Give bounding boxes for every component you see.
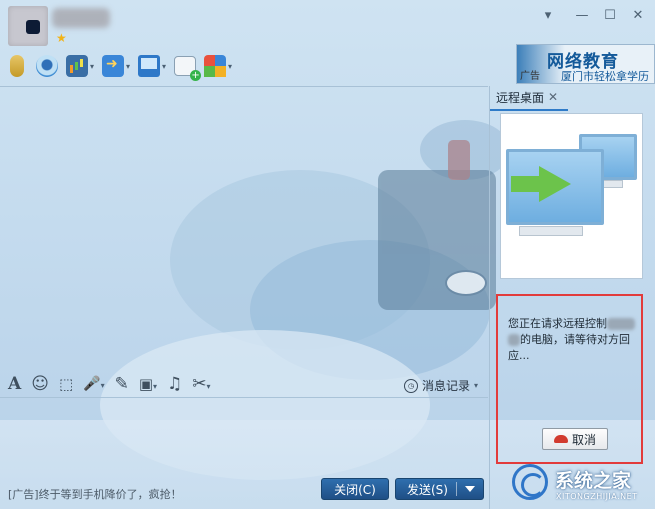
remote-desktop-panel: 远程桌面 ✕ 您正在请求远程控制 的电脑，请等待对方回应... 取消	[489, 86, 655, 509]
music-icon[interactable]: ♫	[167, 374, 182, 394]
microphone-button[interactable]	[6, 55, 28, 77]
screenshot-icon[interactable]: ⬚	[59, 375, 73, 393]
watermark-logo-icon	[512, 464, 548, 500]
watermark: 系统之家 XITONGZHIJIA.NET	[510, 460, 655, 509]
send-options-chevron-icon[interactable]	[465, 486, 475, 492]
request-text-part2: 的电脑，请等待对方回应...	[508, 333, 630, 362]
note-add-button[interactable]	[174, 56, 202, 81]
cancel-button[interactable]: 取消	[542, 428, 608, 450]
chevron-down-icon[interactable]: ▾	[162, 62, 166, 71]
chevron-down-icon[interactable]: ▾	[474, 381, 478, 390]
app-center-button[interactable]: ▾	[204, 55, 232, 77]
redacted-name	[607, 318, 635, 330]
minimize-button[interactable]: —	[572, 6, 592, 26]
cancel-label: 取消	[571, 432, 596, 447]
edit-note-icon[interactable]: ✎	[115, 374, 129, 394]
tab-close-icon[interactable]: ✕	[548, 90, 558, 104]
monitor-stand	[519, 226, 583, 236]
remote-request-box: 您正在请求远程控制 的电脑，请等待对方回应... 取消	[496, 294, 643, 464]
button-divider	[456, 482, 457, 496]
video-call-button[interactable]	[36, 55, 58, 77]
image-icon: ▣	[138, 375, 154, 393]
chevron-down-icon[interactable]: ▾	[101, 381, 105, 390]
watermark-title: 系统之家	[555, 470, 632, 492]
screen-capture-button[interactable]: ✂▾	[192, 374, 210, 394]
request-text-part1: 您正在请求远程控制	[508, 317, 607, 330]
remote-desktop-icon	[138, 55, 161, 77]
star-icon: ★	[56, 31, 67, 45]
screen-share-button[interactable]: ▾	[66, 55, 94, 77]
request-message: 您正在请求远程控制 的电脑，请等待对方回应...	[508, 316, 638, 364]
footer-ad-link[interactable]: [广告]终于等到手机降价了，疯抢！	[8, 486, 182, 502]
ad-tag: 广告	[520, 71, 540, 82]
font-icon[interactable]: A	[8, 374, 21, 394]
remote-desktop-button[interactable]: ▾	[138, 55, 166, 77]
message-history-button[interactable]: ◷ 消息记录 ▾	[404, 377, 478, 394]
ad-banner[interactable]: 广告 网络教育 厦门市轻松拿学历	[516, 44, 655, 84]
maximize-button[interactable]: ☐	[600, 6, 620, 26]
arrow-right-icon	[511, 166, 571, 202]
scissors-icon: ✂	[192, 374, 207, 394]
microphone-icon: 🎤	[83, 376, 101, 392]
message-history-area[interactable]	[0, 86, 488, 371]
message-history-label: 消息记录	[422, 379, 471, 393]
chevron-down-icon[interactable]: ▾	[126, 62, 130, 71]
ad-subtitle: 厦门市轻松拿学历	[561, 70, 649, 83]
chevron-down-icon[interactable]: ▾	[90, 62, 94, 71]
contact-name-redacted	[52, 8, 110, 28]
redacted-name	[508, 334, 520, 346]
emoji-icon[interactable]: ☺	[31, 374, 49, 394]
chevron-down-icon[interactable]: ▾	[153, 382, 157, 391]
voice-message-icon[interactable]: 🎤▾	[83, 376, 104, 392]
chat-window: ★ ▾ — ☐ ✕ ▾ ▾ ▾ ▾ 广告 网络	[0, 0, 655, 509]
send-button[interactable]: 发送(S)	[395, 478, 484, 500]
menu-chevron-icon[interactable]: ▾	[538, 6, 558, 26]
avatar[interactable]	[8, 6, 48, 46]
image-button[interactable]: ▣▾	[139, 375, 157, 393]
close-button[interactable]: 关闭(C)	[321, 478, 389, 500]
remote-desktop-illustration	[500, 113, 643, 279]
message-input[interactable]	[0, 397, 488, 476]
watermark-subtitle: XITONGZHIJIA.NET	[556, 492, 638, 501]
file-transfer-button[interactable]: ▾	[102, 55, 130, 77]
webcam-icon	[36, 55, 58, 77]
hang-up-icon	[553, 435, 568, 443]
app-grid-icon	[204, 55, 227, 77]
note-add-icon	[174, 56, 202, 81]
clock-icon: ◷	[404, 378, 418, 393]
microphone-icon	[10, 55, 24, 77]
close-window-button[interactable]: ✕	[628, 6, 648, 26]
chevron-down-icon[interactable]: ▾	[207, 382, 211, 391]
file-transfer-icon	[102, 55, 125, 77]
tab-label: 远程桌面	[496, 91, 545, 105]
input-toolbar: A ☺ ⬚ 🎤▾ ✎ ▣▾ ♫ ✂▾	[8, 374, 211, 394]
main-toolbar: ▾ ▾ ▾ ▾	[6, 52, 232, 81]
chevron-down-icon[interactable]: ▾	[228, 62, 232, 71]
screen-share-icon	[66, 55, 88, 77]
send-label: 发送(S)	[407, 482, 448, 497]
